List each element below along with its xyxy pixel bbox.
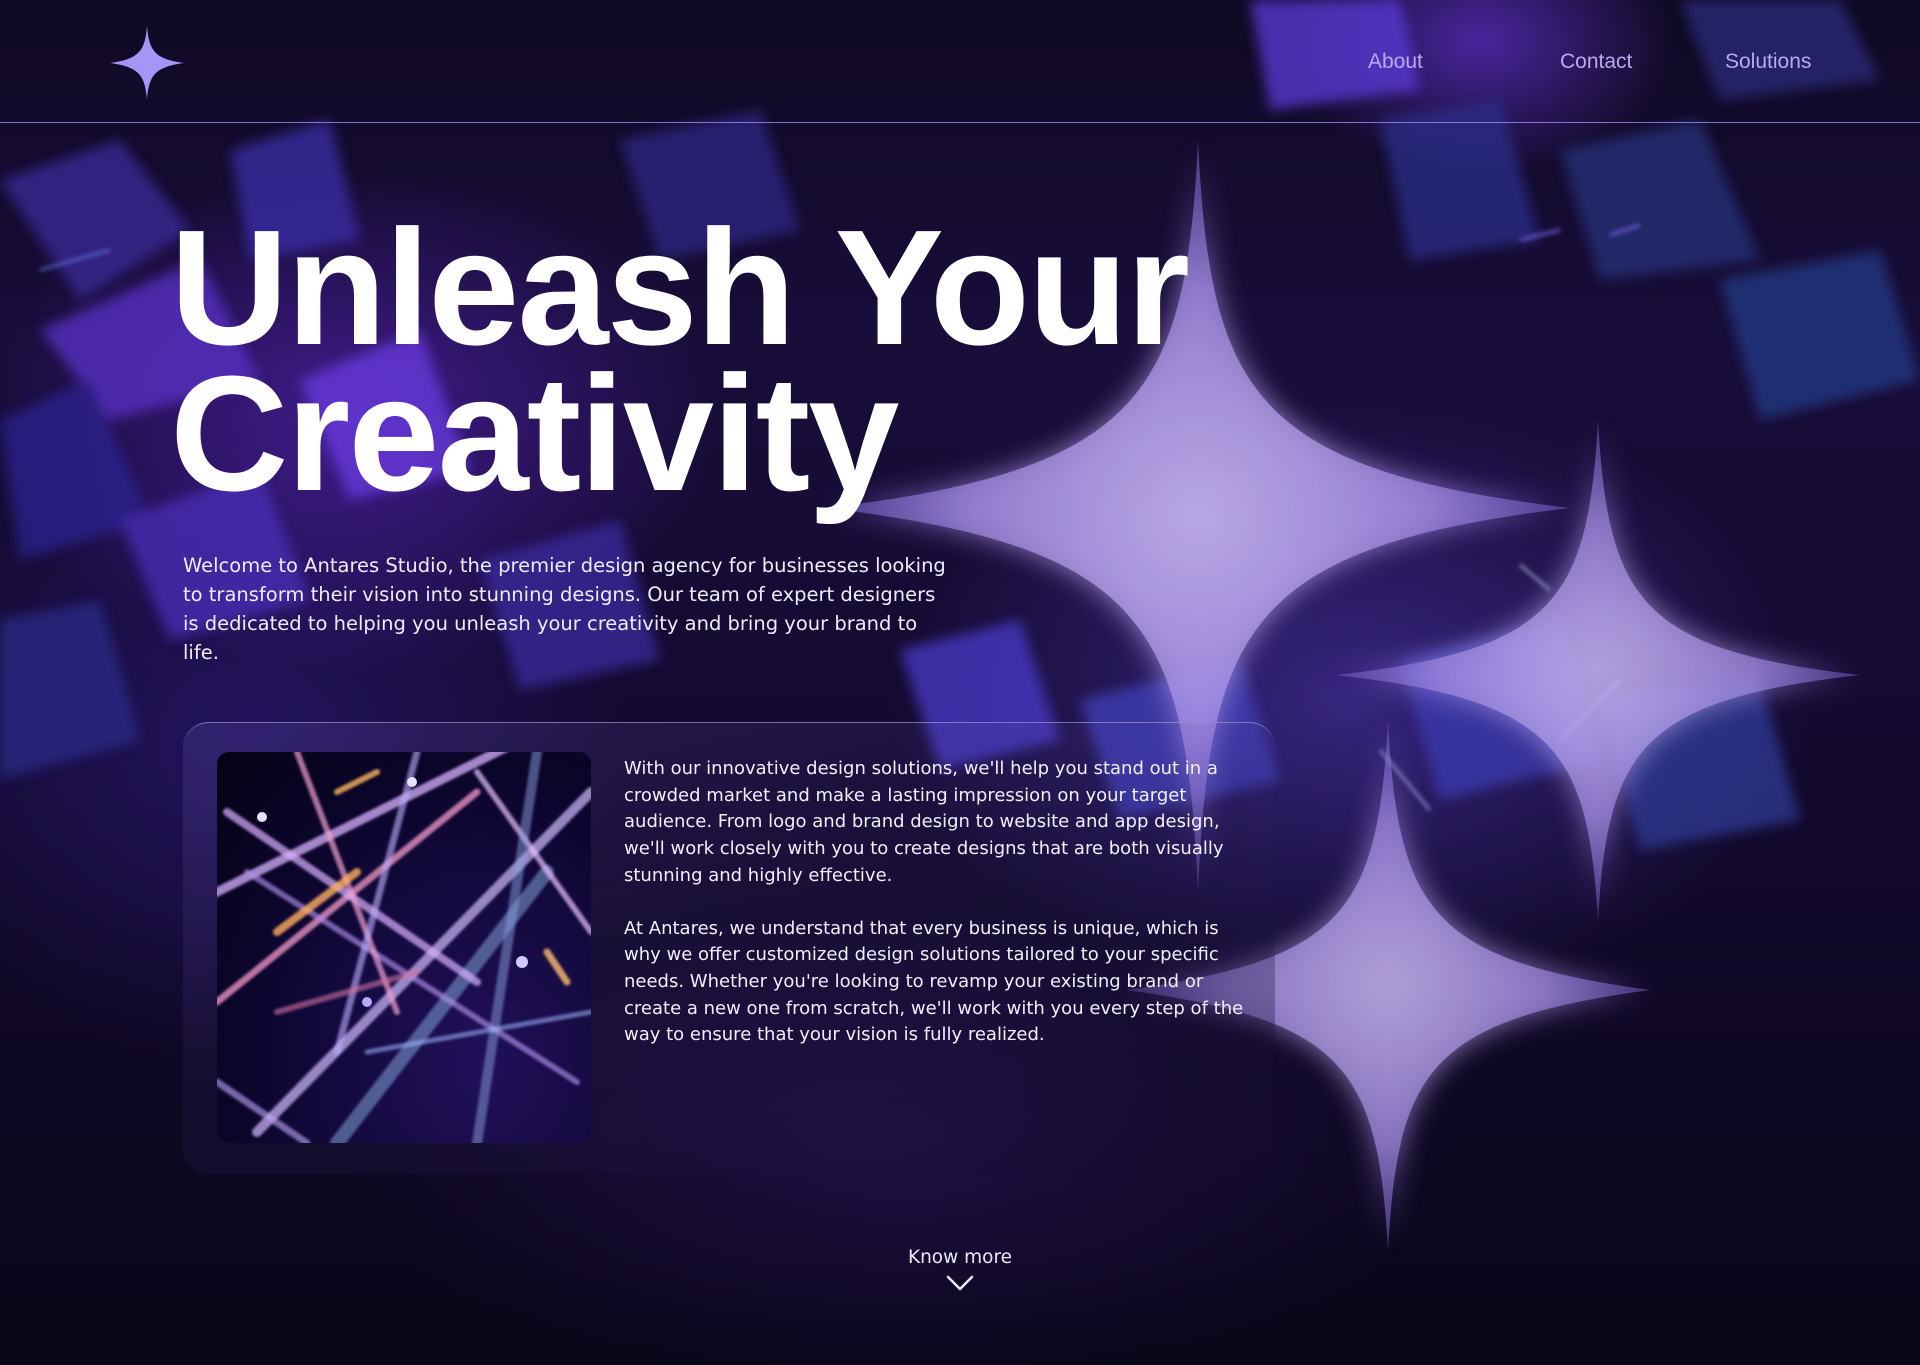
info-card: With our innovative design solutions, we… [183, 722, 1275, 1174]
card-text: With our innovative design solutions, we… [624, 756, 1244, 1075]
neon-lattice-artwork [217, 752, 591, 1143]
nav-contact[interactable]: Contact [1560, 50, 1632, 74]
card-paragraph-2: At Antares, we understand that every bus… [624, 917, 1244, 1046]
page: About Contact Solutions Unleash Your Cre… [0, 0, 1920, 1365]
nav-solutions[interactable]: Solutions [1725, 50, 1811, 74]
hero-title-line-2: Creativity [170, 342, 899, 525]
abstract-structure-image [217, 752, 591, 1143]
card-paragraph-1: With our innovative design solutions, we… [624, 758, 1224, 886]
hero-title: Unleash Your Creativity [170, 196, 1370, 525]
know-more-label: Know more [907, 1247, 1013, 1268]
intro-paragraph: Welcome to Antares Studio, the premier d… [183, 554, 946, 664]
know-more-button[interactable]: Know more [860, 1247, 1060, 1292]
chevron-down-icon[interactable] [945, 1274, 975, 1292]
nav-about[interactable]: About [1368, 50, 1423, 74]
site-header: About Contact Solutions [0, 0, 1920, 123]
hero-title-line-1: Unleash Your [170, 196, 1190, 379]
four-point-star-logo[interactable] [108, 24, 186, 102]
